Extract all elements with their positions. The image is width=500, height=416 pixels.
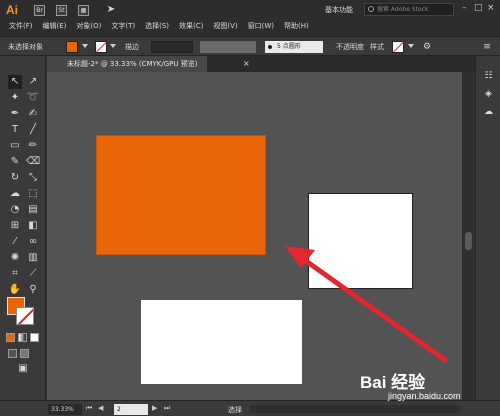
- artboard-number-field[interactable]: 2: [114, 404, 148, 415]
- fill-swatch[interactable]: [66, 41, 78, 53]
- red-annotation-arrow: [285, 246, 448, 363]
- document-tab-bar: 未标题-2* @ 33.33% (CMYK/GPU 预览) ×: [47, 56, 475, 72]
- tab-close-icon[interactable]: ×: [243, 59, 250, 68]
- blend-tool-icon[interactable]: ∞: [26, 235, 40, 249]
- type-tool-icon[interactable]: T: [8, 123, 22, 137]
- eraser-tool-icon[interactable]: ⌫: [26, 155, 40, 169]
- scale-tool-icon[interactable]: ⤡: [26, 171, 40, 185]
- menu-select[interactable]: 选择(S): [140, 21, 174, 31]
- direct-selection-tool-icon[interactable]: ↗: [26, 75, 40, 89]
- magic-wand-tool-icon[interactable]: ✦: [8, 91, 22, 105]
- lasso-tool-icon[interactable]: ➰: [26, 91, 40, 105]
- graph-tool-icon[interactable]: ▥: [26, 251, 40, 265]
- stock-icon[interactable]: St: [56, 5, 67, 16]
- line-tool-icon[interactable]: ╱: [26, 123, 40, 137]
- paintbrush-tool-icon[interactable]: ✏: [26, 139, 40, 153]
- illustrator-window: Ai Br St ▦ ➤ 基本功能 搜索 Adobe Stock – □ × 文…: [0, 0, 500, 416]
- panel-menu-icon[interactable]: ≡: [480, 40, 494, 54]
- gradient-tool-icon[interactable]: ◧: [26, 219, 40, 233]
- menu-file[interactable]: 文件(F): [4, 21, 38, 31]
- menu-edit[interactable]: 编辑(E): [38, 21, 72, 31]
- layout-icon[interactable]: ▦: [78, 5, 89, 16]
- rectangle-tool-icon[interactable]: ▭: [8, 139, 22, 153]
- stroke-dropdown-icon[interactable]: [110, 44, 116, 48]
- screen-mode-icon[interactable]: ▣: [16, 362, 30, 376]
- control-bar: 未选择对象 描边 5 点圆形 不透明度 样式 ⚙ ≡: [0, 36, 500, 56]
- style-label: 样式: [370, 43, 384, 51]
- document-tab[interactable]: 未标题-2* @ 33.33% (CMYK/GPU 预览): [47, 56, 207, 72]
- perspective-grid-tool-icon[interactable]: ▤: [26, 203, 40, 217]
- panel-dock: ☷ ◈ ☁: [475, 56, 500, 400]
- libraries-panel-icon[interactable]: ☁: [482, 106, 495, 119]
- brush-dot-icon: [268, 45, 272, 49]
- stroke-label[interactable]: 描边: [125, 42, 139, 52]
- slice-tool-icon[interactable]: ⟋: [26, 267, 40, 281]
- selection-tool-icon[interactable]: ↖: [8, 75, 22, 89]
- vertical-scroll-thumb[interactable]: [465, 232, 472, 250]
- none-mode-icon[interactable]: [30, 333, 39, 342]
- minimize-button[interactable]: –: [462, 3, 467, 13]
- menu-bar: 文件(F) 编辑(E) 对象(O) 文字(T) 选择(S) 效果(C) 视图(V…: [4, 21, 314, 31]
- menu-help[interactable]: 帮助(H): [279, 21, 314, 31]
- draw-mode-icon[interactable]: [8, 349, 17, 358]
- workspace-switcher[interactable]: 基本功能: [325, 5, 353, 15]
- fill-dropdown-icon[interactable]: [82, 44, 88, 48]
- stroke-weight-field[interactable]: [151, 41, 193, 53]
- first-artboard-icon[interactable]: ⏮: [86, 404, 92, 413]
- shape-builder-tool-icon[interactable]: ◔: [8, 203, 22, 217]
- properties-panel-icon[interactable]: ☷: [482, 70, 495, 83]
- canvas-area[interactable]: [47, 72, 462, 400]
- bridge-icon[interactable]: Br: [34, 5, 45, 16]
- variable-width-profile[interactable]: [200, 41, 256, 53]
- warp-tool-icon[interactable]: ☁: [8, 187, 22, 201]
- draw-behind-icon[interactable]: [20, 349, 29, 358]
- menu-window[interactable]: 窗口(W): [243, 21, 279, 31]
- opacity-label[interactable]: 不透明度: [336, 42, 364, 52]
- artboard-tool-icon[interactable]: ⌗: [8, 267, 22, 281]
- symbol-sprayer-tool-icon[interactable]: ✺: [8, 251, 22, 265]
- graphic-style-swatch[interactable]: [392, 41, 404, 53]
- zoom-tool-icon[interactable]: ⚲: [26, 283, 40, 297]
- shaper-tool-icon[interactable]: ✎: [8, 155, 22, 169]
- menu-type[interactable]: 文字(T): [106, 21, 140, 31]
- stroke-swatch[interactable]: [95, 41, 107, 53]
- status-mode-text: 选择: [228, 406, 242, 414]
- maximize-button[interactable]: □: [474, 3, 483, 13]
- prev-artboard-icon[interactable]: ◀: [98, 404, 103, 412]
- eyedropper-tool-icon[interactable]: ⁄: [8, 235, 22, 249]
- document-setup-icon[interactable]: ⚙: [420, 40, 434, 54]
- color-mode-icon[interactable]: [6, 333, 15, 342]
- close-window-button[interactable]: ×: [487, 3, 495, 13]
- brush-definition-field[interactable]: 5 点圆形: [265, 41, 323, 53]
- status-bar: 33.33% ⏮ ◀ 2 ▶ ⏭ 选择: [0, 400, 500, 416]
- menu-effect[interactable]: 效果(C): [174, 21, 208, 31]
- style-dropdown-icon[interactable]: [408, 44, 414, 48]
- send-icon[interactable]: ➤: [104, 3, 118, 17]
- last-artboard-icon[interactable]: ⏭: [164, 404, 170, 413]
- next-artboard-icon[interactable]: ▶: [152, 404, 157, 412]
- rotate-tool-icon[interactable]: ↻: [8, 171, 22, 185]
- menu-view[interactable]: 视图(V): [208, 21, 242, 31]
- app-logo: Ai: [6, 3, 18, 17]
- baidu-watermark: Bai 经验 jingyan.baidu.com: [360, 373, 461, 401]
- stroke-color-box[interactable]: [16, 307, 34, 325]
- horizontal-scrollbar[interactable]: [250, 405, 460, 413]
- title-menu-bar: Ai Br St ▦ ➤ 基本功能 搜索 Adobe Stock – □ × 文…: [0, 0, 500, 36]
- menu-object[interactable]: 对象(O): [71, 21, 106, 31]
- layers-panel-icon[interactable]: ◈: [482, 88, 495, 101]
- selection-status: 未选择对象: [8, 43, 43, 51]
- pen-tool-icon[interactable]: ✒: [8, 107, 22, 121]
- mesh-tool-icon[interactable]: ⊞: [8, 219, 22, 233]
- search-icon: [368, 6, 374, 12]
- tools-panel: ↖ ↗ ✦ ➰ ✒ ✍ T ╱ ▭ ✏ ✎ ⌫ ↻ ⤡ ☁ ⬚ ◔ ▤ ⊞ ◧ …: [0, 56, 46, 400]
- zoom-field[interactable]: 33.33%: [48, 404, 82, 415]
- gradient-mode-icon[interactable]: [18, 333, 27, 342]
- curvature-tool-icon[interactable]: ✍: [26, 107, 40, 121]
- hand-tool-icon[interactable]: ✋: [8, 283, 22, 297]
- stock-search-input[interactable]: 搜索 Adobe Stock: [364, 3, 454, 16]
- free-transform-tool-icon[interactable]: ⬚: [26, 187, 40, 201]
